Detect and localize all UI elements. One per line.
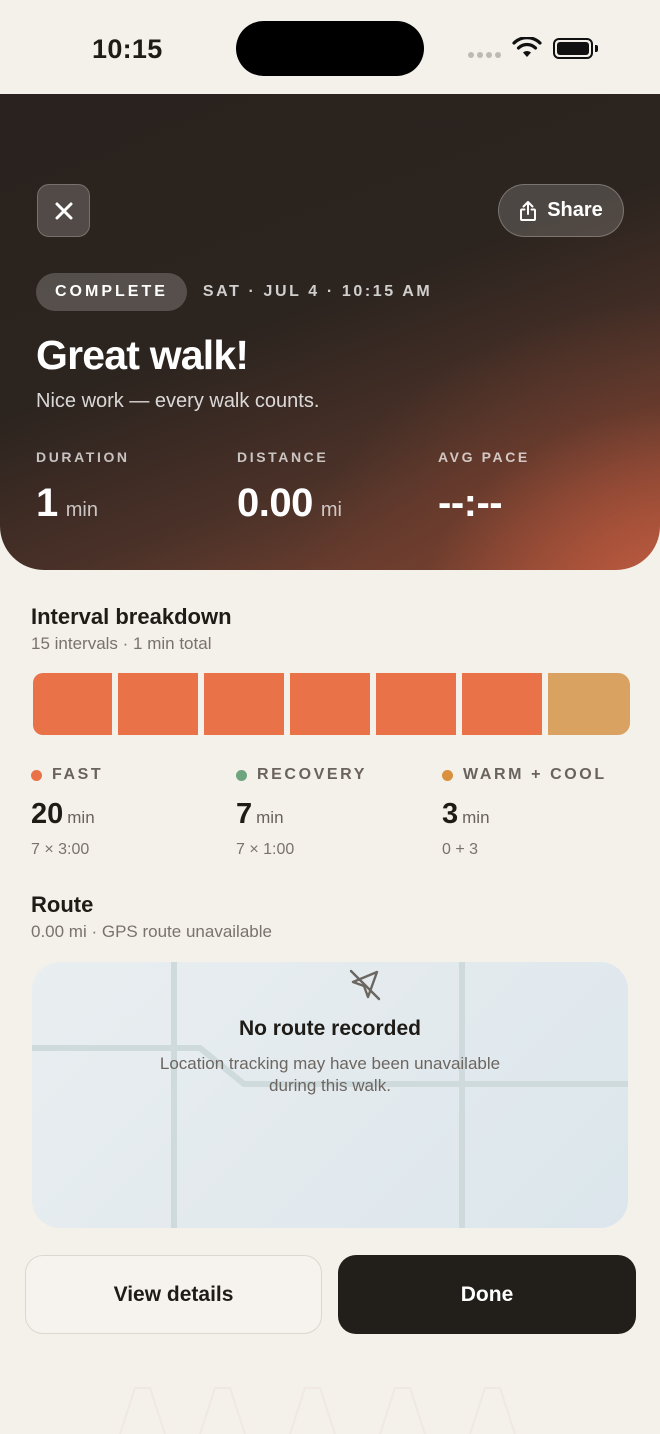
interval-segment-fast xyxy=(290,673,370,735)
interval-segment-fast xyxy=(118,673,198,735)
status-bar: 10:15 xyxy=(0,0,660,94)
interval-section-subtitle: 15 intervals · 1 min total xyxy=(31,634,212,653)
legend-detail: 7 × 3:00 xyxy=(31,841,90,858)
interval-bar xyxy=(33,673,630,735)
stat-value: --:-- xyxy=(438,481,503,525)
close-button[interactable] xyxy=(37,184,90,237)
signal-dots-icon xyxy=(468,52,501,58)
legend-unit: min xyxy=(462,808,490,827)
legend-detail: 0 + 3 xyxy=(442,841,479,858)
recovery-dot-icon xyxy=(236,769,247,781)
legend-warm-cool: WARM + COOL 3 min 0 + 3 xyxy=(442,766,607,859)
walk-date: SAT · JUL 4 · 10:15 AM xyxy=(202,283,433,300)
stat-label: DISTANCE xyxy=(237,449,329,465)
fast-dot-icon xyxy=(31,769,42,781)
share-icon xyxy=(520,200,537,221)
interval-segment-fast xyxy=(204,673,284,735)
page-title: Great walk! xyxy=(36,332,249,378)
status-time: 10:15 xyxy=(92,34,163,64)
summary-meta-row: COMPLETE SAT · JUL 4 · 10:15 AM xyxy=(36,273,432,311)
dynamic-island xyxy=(236,21,424,76)
route-section-subtitle: 0.00 mi · GPS route unavailable xyxy=(31,922,272,941)
legend-value: 20 xyxy=(31,798,64,830)
view-details-button[interactable]: View details xyxy=(25,1255,322,1334)
route-map-placeholder: No route recorded Location tracking may … xyxy=(32,962,628,1228)
interval-segment-warm-cool xyxy=(548,673,630,735)
no-route-title: No route recorded xyxy=(238,1017,422,1040)
stat-unit: mi xyxy=(320,499,342,521)
stat-value: 0.00 xyxy=(237,481,313,525)
legend-label: FAST xyxy=(52,766,104,783)
summary-hero: Share COMPLETE SAT · JUL 4 · 10:15 AM Gr… xyxy=(0,94,660,570)
stat-unit: min xyxy=(65,499,98,521)
share-label: Share xyxy=(547,199,603,221)
interval-segment-fast xyxy=(462,673,542,735)
stat-duration: DURATION 1 min xyxy=(36,449,130,526)
legend-label: RECOVERY xyxy=(257,766,368,783)
location-off-icon xyxy=(349,969,381,1001)
done-button[interactable]: Done xyxy=(338,1255,636,1334)
no-route-description: Location tracking may have been unavaila… xyxy=(159,1054,501,1095)
close-icon xyxy=(55,202,72,219)
stat-label: AVG PACE xyxy=(438,449,530,465)
interval-segment-fast xyxy=(376,673,456,735)
legend-unit: min xyxy=(256,808,284,827)
legend-value: 3 xyxy=(442,798,459,830)
route-section-title: Route xyxy=(31,892,94,917)
legend-detail: 7 × 1:00 xyxy=(236,841,295,858)
legend-fast: FAST 20 min 7 × 3:00 xyxy=(31,766,103,859)
stat-value: 1 xyxy=(36,481,58,525)
legend-unit: min xyxy=(67,808,95,827)
warm-cool-dot-icon xyxy=(442,769,453,781)
decorative-footer-shapes xyxy=(119,1387,516,1434)
stat-distance: DISTANCE 0.00 mi xyxy=(237,449,342,526)
interval-section-title: Interval breakdown xyxy=(31,604,232,629)
stat-avg-pace: AVG PACE --:-- xyxy=(438,449,530,526)
share-button[interactable]: Share xyxy=(498,184,624,237)
wifi-icon xyxy=(512,37,542,57)
status-badge: COMPLETE xyxy=(36,273,187,311)
stat-label: DURATION xyxy=(36,449,130,465)
legend-label: WARM + COOL xyxy=(463,766,607,783)
legend-recovery: RECOVERY 7 min 7 × 1:00 xyxy=(236,766,367,859)
legend-value: 7 xyxy=(236,798,253,830)
page-subtitle: Nice work — every walk counts. xyxy=(36,390,320,412)
interval-segment-fast xyxy=(33,673,112,735)
battery-icon xyxy=(553,38,598,59)
